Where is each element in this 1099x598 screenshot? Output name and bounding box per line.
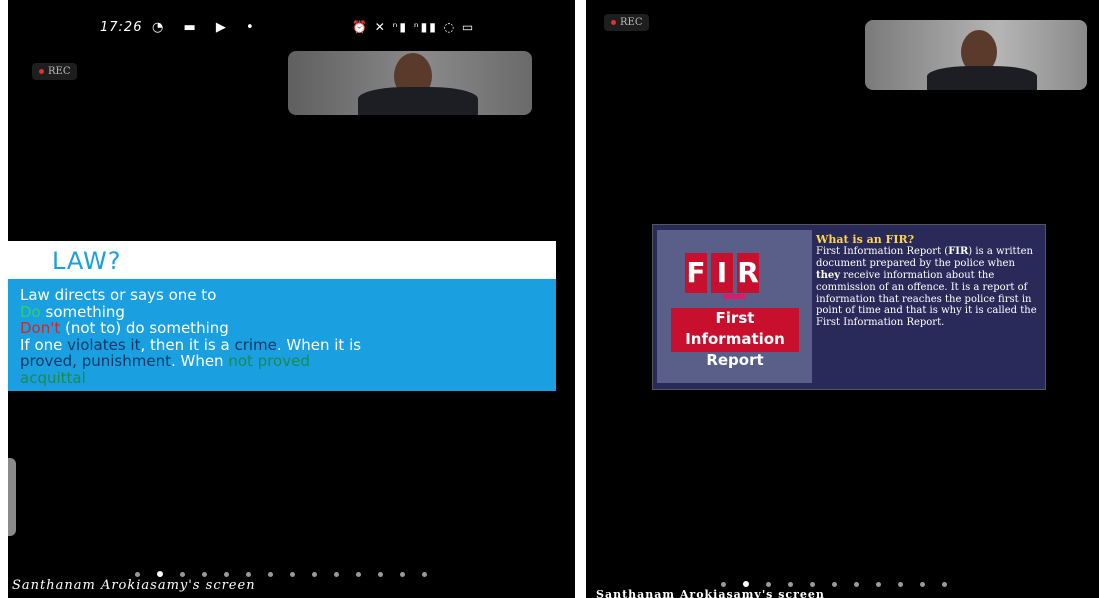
person-body [927,66,1037,90]
page-dot[interactable] [135,572,140,577]
page-dot[interactable] [810,582,815,587]
participant-video[interactable] [865,20,1087,90]
page-dot[interactable] [312,572,317,577]
rec-indicator: REC [32,63,78,80]
fir-logo: FIR [685,253,763,295]
page-dot-active[interactable] [157,571,163,577]
page-dot[interactable] [898,582,903,587]
page-dot[interactable] [766,582,771,587]
fir-logo-caption: First Information Report [671,308,799,369]
fir-letter: F [685,253,707,293]
fir-slide: FIR First Information Report What is an … [652,224,1046,390]
rec-label: REC [48,66,71,77]
slide-title: LAW? [52,247,122,275]
page-dot[interactable] [422,572,427,577]
status-bar: 17:26 ◔ ▬ ▶ • ⏰ ✕ ⁿ▮ ⁿ▮▮ ◌ ▭ [8,18,575,40]
do-word: Do [20,302,41,321]
page-dot[interactable] [334,572,339,577]
side-drawer-handle[interactable] [8,458,16,536]
crime-word: crime [234,335,277,354]
page-dot[interactable] [246,572,251,577]
rec-dot-icon [39,69,44,74]
logo-dash [723,294,745,299]
page-dot[interactable] [290,572,295,577]
page-dot[interactable] [268,572,273,577]
fir-letter: R [737,253,759,293]
status-time: 17:26 [100,20,143,35]
page-indicator [721,581,964,587]
right-phone-screen: REC FIR First Information Report What is… [586,0,1099,598]
page-dot[interactable] [876,582,881,587]
slide-body: Law directs or says one to Do something … [20,287,548,386]
page-dot[interactable] [356,572,361,577]
law-slide: LAW? Law directs or says one to Do somet… [8,241,556,391]
left-phone-screen: 17:26 ◔ ▬ ▶ • ⏰ ✕ ⁿ▮ ⁿ▮▮ ◌ ▭ REC LAW? La… [8,0,575,598]
page-dot[interactable] [942,582,947,587]
page-dot[interactable] [832,582,837,587]
slide-line: If one violates it, then it is a crime. … [20,335,362,354]
screen-share-caption: Santhanam Arokiasamy's screen [596,588,825,598]
rec-dot-icon [611,20,616,25]
page-dot[interactable] [180,572,185,577]
screen-share-caption: Santhanam Arokiasamy's screen [12,578,256,593]
page-dot[interactable] [400,572,405,577]
page-dot-active[interactable] [743,581,749,587]
page-dot[interactable] [378,572,383,577]
slide-line: Don't (not to) do something [20,319,229,337]
notification-icons: ◔ ▬ ▶ • [152,20,262,35]
not-proved-phrase: not proved [228,352,310,370]
fir-question: What is an FIR? [816,233,915,246]
participant-video[interactable] [288,51,532,115]
slide-header: LAW? [8,241,556,279]
fir-letter: I [711,253,733,293]
page-dot[interactable] [224,572,229,577]
slide-line: Law directs or says one to [20,286,217,304]
page-dot[interactable] [854,582,859,587]
rec-label: REC [620,17,643,28]
person-body [358,87,478,115]
punishment-phrase: proved, punishment [20,352,171,370]
system-status-icons: ⏰ ✕ ⁿ▮ ⁿ▮▮ ◌ ▭ [352,20,476,34]
fir-paragraph: First Information Report (FIR) is a writ… [816,245,1037,329]
fir-description: What is an FIR? First Information Report… [816,234,1042,329]
page-dot[interactable] [721,582,726,587]
rec-indicator: REC [604,14,650,31]
violates-word: violates it [67,335,141,354]
page-dot[interactable] [202,572,207,577]
acquittal-word: acquittal [20,368,86,387]
page-dot[interactable] [920,582,925,587]
slide-line: proved, punishment. When not proved [20,352,310,370]
page-dot[interactable] [788,582,793,587]
page-indicator [135,571,444,577]
fir-logo-panel: FIR First Information Report [657,230,812,383]
slide-line: Do something [20,302,125,321]
dont-word: Don't [20,319,61,337]
